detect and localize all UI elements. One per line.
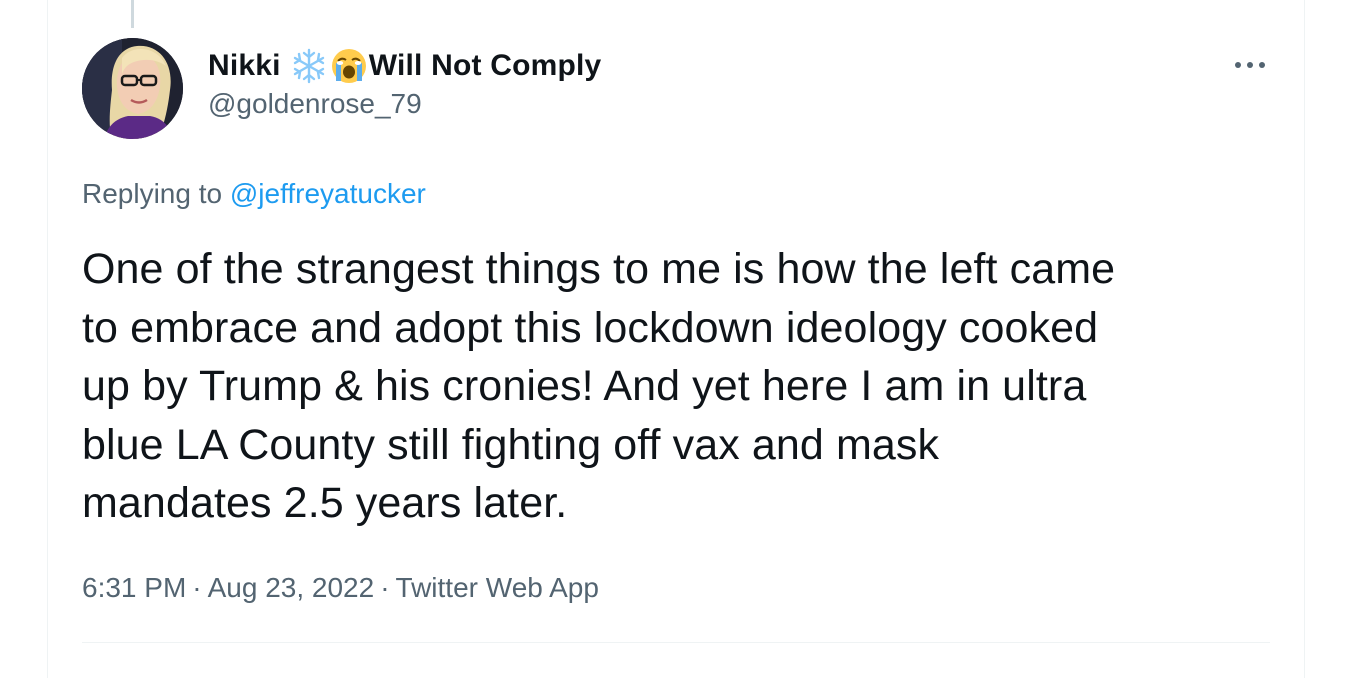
crying-face-emoji-icon xyxy=(330,47,368,85)
display-name[interactable]: Nikki Will Not Comply xyxy=(208,46,601,86)
display-name-text: Nikki xyxy=(208,49,281,82)
divider xyxy=(82,642,1270,643)
avatar[interactable] xyxy=(82,38,183,139)
display-name-suffix: Will Not Comply xyxy=(368,49,602,82)
replying-to-line: Replying to @jeffreyatucker xyxy=(82,176,426,212)
tweet-time-link[interactable]: 6:31 PM xyxy=(82,572,186,603)
snowflake-emoji-icon xyxy=(290,47,328,85)
avatar-image xyxy=(82,38,183,139)
replying-to-mention-link[interactable]: @jeffreyatucker xyxy=(230,178,426,209)
tweet-source-link[interactable]: Twitter Web App xyxy=(396,572,599,603)
meta-separator: · xyxy=(380,572,390,603)
thread-connector-line xyxy=(131,0,134,28)
more-options-button[interactable] xyxy=(1230,50,1270,80)
tweet-text: One of the strangest things to me is how… xyxy=(82,245,1116,527)
meta-separator: · xyxy=(192,572,202,603)
timeline-border-right xyxy=(1304,0,1305,678)
replying-to-label: Replying to xyxy=(82,178,223,209)
more-horizontal-icon xyxy=(1235,62,1265,68)
tweet-page: Nikki Will Not Comply @goldenrose_79 Rep… xyxy=(0,0,1358,678)
user-handle[interactable]: @goldenrose_79 xyxy=(208,86,601,122)
tweet-date-link[interactable]: Aug 23, 2022 xyxy=(208,572,375,603)
tweet-metadata: 6:31 PM · Aug 23, 2022 · Twitter Web App xyxy=(82,570,599,606)
timeline-border-left xyxy=(47,0,48,678)
tweet-author[interactable]: Nikki Will Not Comply @goldenrose_79 xyxy=(208,46,601,126)
